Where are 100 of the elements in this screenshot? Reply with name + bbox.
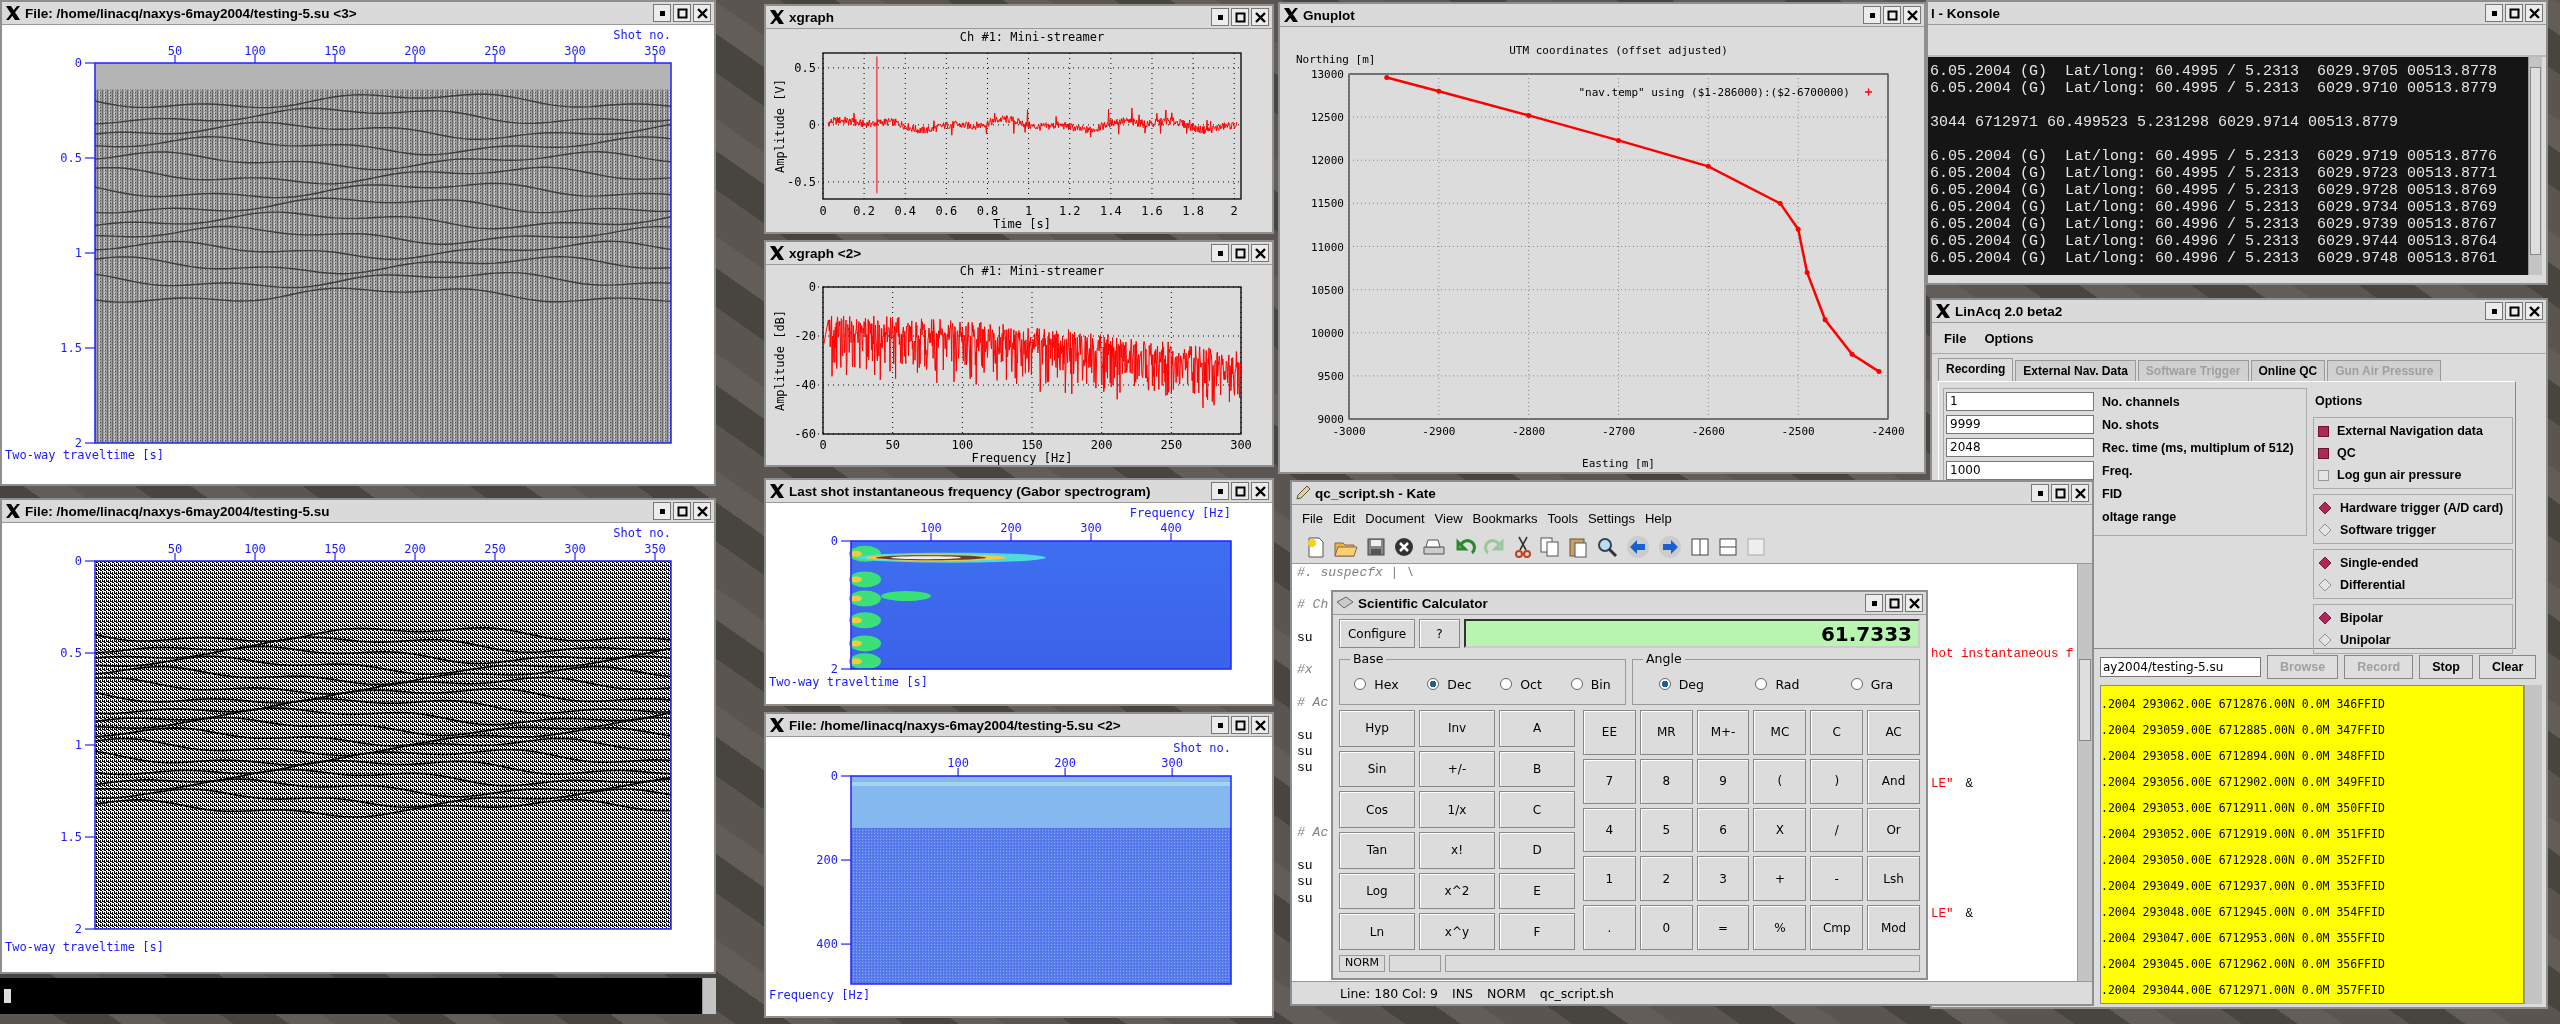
tab[interactable]: Recording [1938, 358, 2014, 381]
configure-button[interactable]: Configure [1339, 619, 1415, 648]
calculator-key[interactable]: Log [1339, 872, 1415, 910]
radio-button[interactable] [1500, 678, 1513, 690]
close-circle-icon[interactable] [1394, 537, 1414, 557]
radio-button[interactable] [1427, 678, 1440, 690]
menu-item[interactable]: Help [1644, 510, 1672, 526]
calculator-key[interactable]: E [1499, 872, 1575, 910]
calculator-key[interactable]: 1/x [1419, 791, 1495, 828]
calculator-key[interactable]: C [1810, 710, 1864, 755]
undo-icon[interactable] [1454, 537, 1476, 557]
calculator-key[interactable]: D [1499, 832, 1575, 869]
scissors-icon[interactable] [1514, 536, 1532, 558]
maximize-button[interactable] [2505, 4, 2523, 22]
calculator-key[interactable]: C [1499, 791, 1575, 828]
calculator-key[interactable]: M+- [1696, 710, 1750, 755]
calculator-key[interactable]: x^2 [1419, 872, 1495, 910]
calculator-key[interactable]: X [1753, 807, 1807, 853]
minimize-button[interactable] [653, 4, 671, 22]
menu-item[interactable]: View [1434, 510, 1463, 526]
scrollbar-thumb[interactable] [2079, 659, 2091, 741]
radio-button[interactable] [2318, 501, 2332, 515]
calculator-key[interactable]: MC [1753, 710, 1807, 755]
calculator-key[interactable]: Cmp [1810, 905, 1864, 950]
calculator-key[interactable]: ) [1810, 758, 1864, 804]
minimize-button[interactable] [2485, 302, 2503, 320]
clipboard-icon[interactable] [1568, 536, 1588, 558]
printer-icon[interactable] [1422, 537, 1446, 557]
calculator-key[interactable]: 7 [1583, 758, 1636, 804]
calculator-key[interactable]: 4 [1583, 807, 1636, 853]
action-button[interactable]: Clear [2479, 655, 2537, 679]
minimize-button[interactable] [1863, 6, 1881, 24]
minimize-button[interactable] [1211, 8, 1229, 26]
calculator-key[interactable]: Mod [1867, 905, 1920, 950]
calculator-key[interactable]: Tan [1339, 832, 1415, 869]
maximize-button[interactable] [1231, 482, 1249, 500]
radio-button[interactable] [2318, 578, 2332, 592]
radio-button[interactable] [2318, 611, 2332, 625]
calculator-key[interactable]: 5 [1639, 807, 1693, 853]
close-button[interactable] [2071, 484, 2089, 502]
input-field[interactable]: 2048 [1946, 438, 2094, 457]
minimize-button[interactable] [2485, 4, 2503, 22]
calculator-key[interactable]: % [1753, 905, 1807, 950]
radio-button[interactable] [1570, 678, 1583, 690]
menu-item[interactable]: Edit [1332, 510, 1356, 526]
calculator-key[interactable]: 2 [1639, 856, 1693, 902]
calculator-key[interactable]: +/- [1419, 750, 1495, 788]
close-button[interactable] [693, 502, 711, 520]
maximize-button[interactable] [1885, 594, 1903, 612]
copy-icon[interactable] [1540, 536, 1560, 558]
calculator-key[interactable]: . [1583, 905, 1636, 950]
maximize-button[interactable] [1883, 6, 1901, 24]
calculator-key[interactable]: / [1810, 807, 1864, 853]
calculator-key[interactable]: F [1499, 913, 1575, 950]
maximize-button[interactable] [1231, 716, 1249, 734]
calculator-key[interactable]: A [1499, 710, 1575, 747]
tab[interactable]: Online QC [2250, 360, 2326, 381]
calculator-key[interactable]: + [1753, 856, 1807, 902]
calculator-key[interactable]: 6 [1696, 807, 1750, 853]
calculator-key[interactable]: x! [1419, 832, 1495, 869]
calculator-key[interactable]: 3 [1696, 856, 1750, 902]
calculator-key[interactable]: Ln [1339, 913, 1415, 950]
calculator-key[interactable]: B [1499, 750, 1575, 788]
calculator-key[interactable]: - [1810, 856, 1864, 902]
radio-button[interactable] [1850, 678, 1863, 690]
input-field[interactable]: 9999 [1946, 415, 2094, 434]
action-button[interactable]: Stop [2419, 655, 2473, 679]
menu-item[interactable]: Options [1984, 330, 2034, 346]
menu-item[interactable]: File [1302, 510, 1323, 526]
radio-button[interactable] [1354, 678, 1367, 690]
tab[interactable]: External Nav. Data [2015, 360, 2136, 381]
minimize-button[interactable] [1865, 594, 1883, 612]
maximize-button[interactable] [2505, 302, 2523, 320]
calculator-key[interactable]: x^y [1419, 913, 1495, 950]
menu-item[interactable]: Tools [1547, 510, 1578, 526]
close-button[interactable] [1251, 8, 1269, 26]
new-document-icon[interactable] [1306, 536, 1326, 558]
minimize-button[interactable] [653, 502, 671, 520]
calculator-key[interactable]: EE [1583, 710, 1636, 755]
maximize-button[interactable] [673, 4, 691, 22]
menu-item[interactable]: File [1944, 330, 1967, 346]
calculator-key[interactable]: And [1867, 758, 1920, 804]
radio-button[interactable] [1755, 678, 1768, 690]
calculator-key[interactable]: Lsh [1867, 856, 1920, 902]
calculator-key[interactable]: = [1696, 905, 1750, 950]
maximize-button[interactable] [1231, 8, 1249, 26]
calculator-key[interactable]: Cos [1339, 791, 1415, 828]
radio-button[interactable] [2318, 556, 2332, 570]
close-button[interactable] [1251, 482, 1269, 500]
calculator-key[interactable]: 1 [1583, 856, 1636, 902]
input-field[interactable]: 1000 [1946, 461, 2094, 480]
scrollbar-thumb[interactable] [2530, 67, 2541, 255]
close-button[interactable] [2525, 302, 2543, 320]
scrollbar[interactable] [2528, 57, 2542, 275]
minimize-button[interactable] [1211, 716, 1229, 734]
minimize-button[interactable] [2031, 484, 2049, 502]
help-button[interactable]: ? [1419, 619, 1460, 648]
radio-button[interactable] [2318, 633, 2332, 647]
minimize-button[interactable] [1211, 482, 1229, 500]
close-button[interactable] [1251, 716, 1269, 734]
